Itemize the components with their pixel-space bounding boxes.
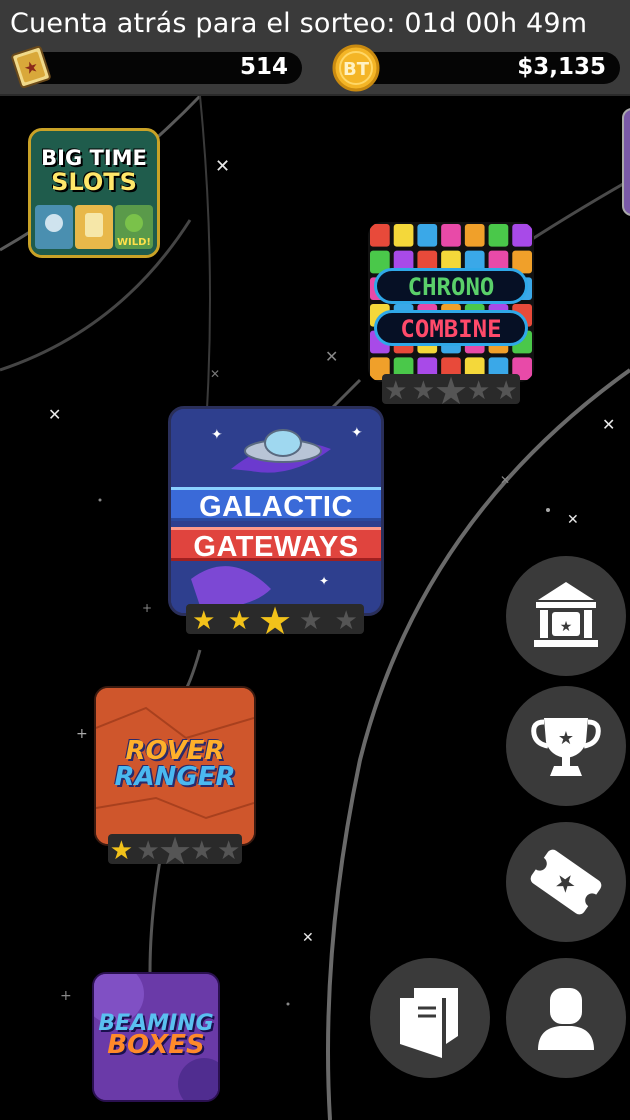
top-status-bar: Cuenta atrás para el sorteo: 01d 00h 49m… — [0, 0, 630, 96]
svg-text:BT: BT — [343, 59, 370, 80]
gateways-band: GATEWAYS — [171, 527, 381, 563]
wild-label: WILD! — [117, 237, 151, 248]
trophy-icon: ★ — [531, 718, 601, 776]
chrono-grid-cell — [488, 224, 509, 247]
chrono-grid-cell — [393, 224, 414, 247]
chrono-grid-cell — [417, 224, 438, 247]
svg-text:✕: ✕ — [325, 347, 338, 366]
chrono-grid-cell — [441, 224, 461, 247]
trophy-button[interactable]: ★ — [506, 686, 626, 806]
chrono-grid-cell — [370, 224, 390, 247]
star-empty-icon: ★ — [412, 376, 435, 406]
museum-ticket-icon: ★ — [534, 582, 598, 647]
star-ticket-icon: ★ — [530, 849, 602, 915]
svg-text:✦: ✦ — [211, 427, 223, 443]
combine-title-box: COMBINE — [374, 310, 528, 346]
big-time-slots-title-1: BIG TIME — [41, 146, 147, 170]
cards-icon — [400, 988, 458, 1058]
star-empty-icon: ★ — [190, 836, 213, 866]
galactic-gateways-title-2: GATEWAYS — [193, 531, 359, 563]
beaming-boxes-title-2: BOXES — [107, 1030, 205, 1060]
chrono-grid-cell — [512, 224, 532, 247]
star-empty-icon: ★ — [217, 836, 240, 866]
museum-button[interactable]: ★ — [506, 556, 626, 676]
star-filled-icon: ★ — [192, 606, 215, 636]
svg-text:✕: ✕ — [567, 512, 579, 528]
svg-text:★: ★ — [560, 619, 573, 635]
star-empty-icon: ★ — [384, 376, 407, 406]
rover-ranger-title-2: RANGER — [114, 762, 236, 792]
star-filled-icon: ★ — [258, 600, 292, 638]
star-empty-icon: ★ — [299, 606, 322, 636]
star-empty-icon: ★ — [467, 376, 490, 406]
svg-text:✕: ✕ — [302, 930, 314, 946]
svg-text:+: + — [142, 601, 152, 615]
coins-counter[interactable]: $3,135 — [344, 52, 620, 84]
game-tile-rover-ranger[interactable]: ROVER RANGER — [94, 686, 256, 846]
star-filled-icon: ★ — [228, 606, 251, 636]
star-empty-icon: ★ — [137, 836, 160, 866]
chrono-grid-cell — [464, 224, 485, 247]
bt-coin-icon: BT — [332, 44, 380, 92]
game-tile-big-time-slots[interactable]: WILD! BIG TIME SLOTS — [28, 128, 160, 258]
svg-text:✦: ✦ — [319, 574, 329, 588]
svg-text:✦: ✦ — [351, 425, 363, 441]
galactic-gateways-title-1: GALACTIC — [199, 491, 353, 523]
svg-text:+: + — [76, 726, 88, 742]
star-rating-chrono-combine: ★ ★ ★ ★ ★ — [382, 369, 520, 413]
svg-text:✕: ✕ — [48, 405, 61, 424]
ticket-icon: ★ — [11, 46, 51, 88]
svg-text:+: + — [60, 988, 72, 1004]
svg-text:✕: ✕ — [500, 473, 510, 487]
coins-amount: $3,135 — [517, 54, 606, 80]
star-rating-galactic-gateways: ★ ★ ★ ★ ★ — [186, 599, 364, 643]
game-tile-chrono-combine[interactable]: CHRONO COMBINE — [368, 222, 534, 382]
chrono-title-box: CHRONO — [374, 268, 528, 304]
profile-icon — [538, 988, 594, 1050]
game-tile-galactic-gateways[interactable]: ✦ ✦ ✦ GALACTIC GATEWAYS — [168, 406, 384, 616]
cards-button[interactable] — [370, 958, 490, 1078]
chrono-combine-title-2: COMBINE — [400, 315, 502, 343]
big-time-slots-title-2: SLOTS — [51, 168, 137, 196]
tickets-button[interactable]: ★ — [506, 822, 626, 942]
star-empty-icon: ★ — [434, 370, 468, 408]
game-tile-beaming-boxes[interactable]: BEAMING BOXES — [92, 972, 220, 1102]
svg-text:★: ★ — [558, 728, 574, 749]
star-filled-icon: ★ — [110, 836, 133, 866]
tickets-count: 514 — [239, 54, 288, 80]
profile-button[interactable] — [506, 958, 626, 1078]
svg-text:✕: ✕ — [215, 156, 230, 177]
galactic-band: GALACTIC — [171, 487, 381, 523]
star-rating-rover-ranger: ★ ★ ★ ★ ★ — [108, 829, 242, 873]
svg-text:✕: ✕ — [602, 415, 615, 434]
star-empty-icon: ★ — [495, 376, 518, 406]
rover-ranger-title-1: ROVER — [125, 736, 225, 766]
tickets-counter[interactable]: 514 — [18, 52, 302, 84]
chrono-combine-title-1: CHRONO — [407, 273, 495, 301]
star-empty-icon: ★ — [158, 830, 192, 868]
offscreen-game-tile[interactable] — [622, 108, 630, 216]
svg-text:✕: ✕ — [210, 367, 220, 381]
draw-countdown-text: Cuenta atrás para el sorteo: 01d 00h 49m — [10, 8, 588, 39]
star-empty-icon: ★ — [335, 606, 358, 636]
